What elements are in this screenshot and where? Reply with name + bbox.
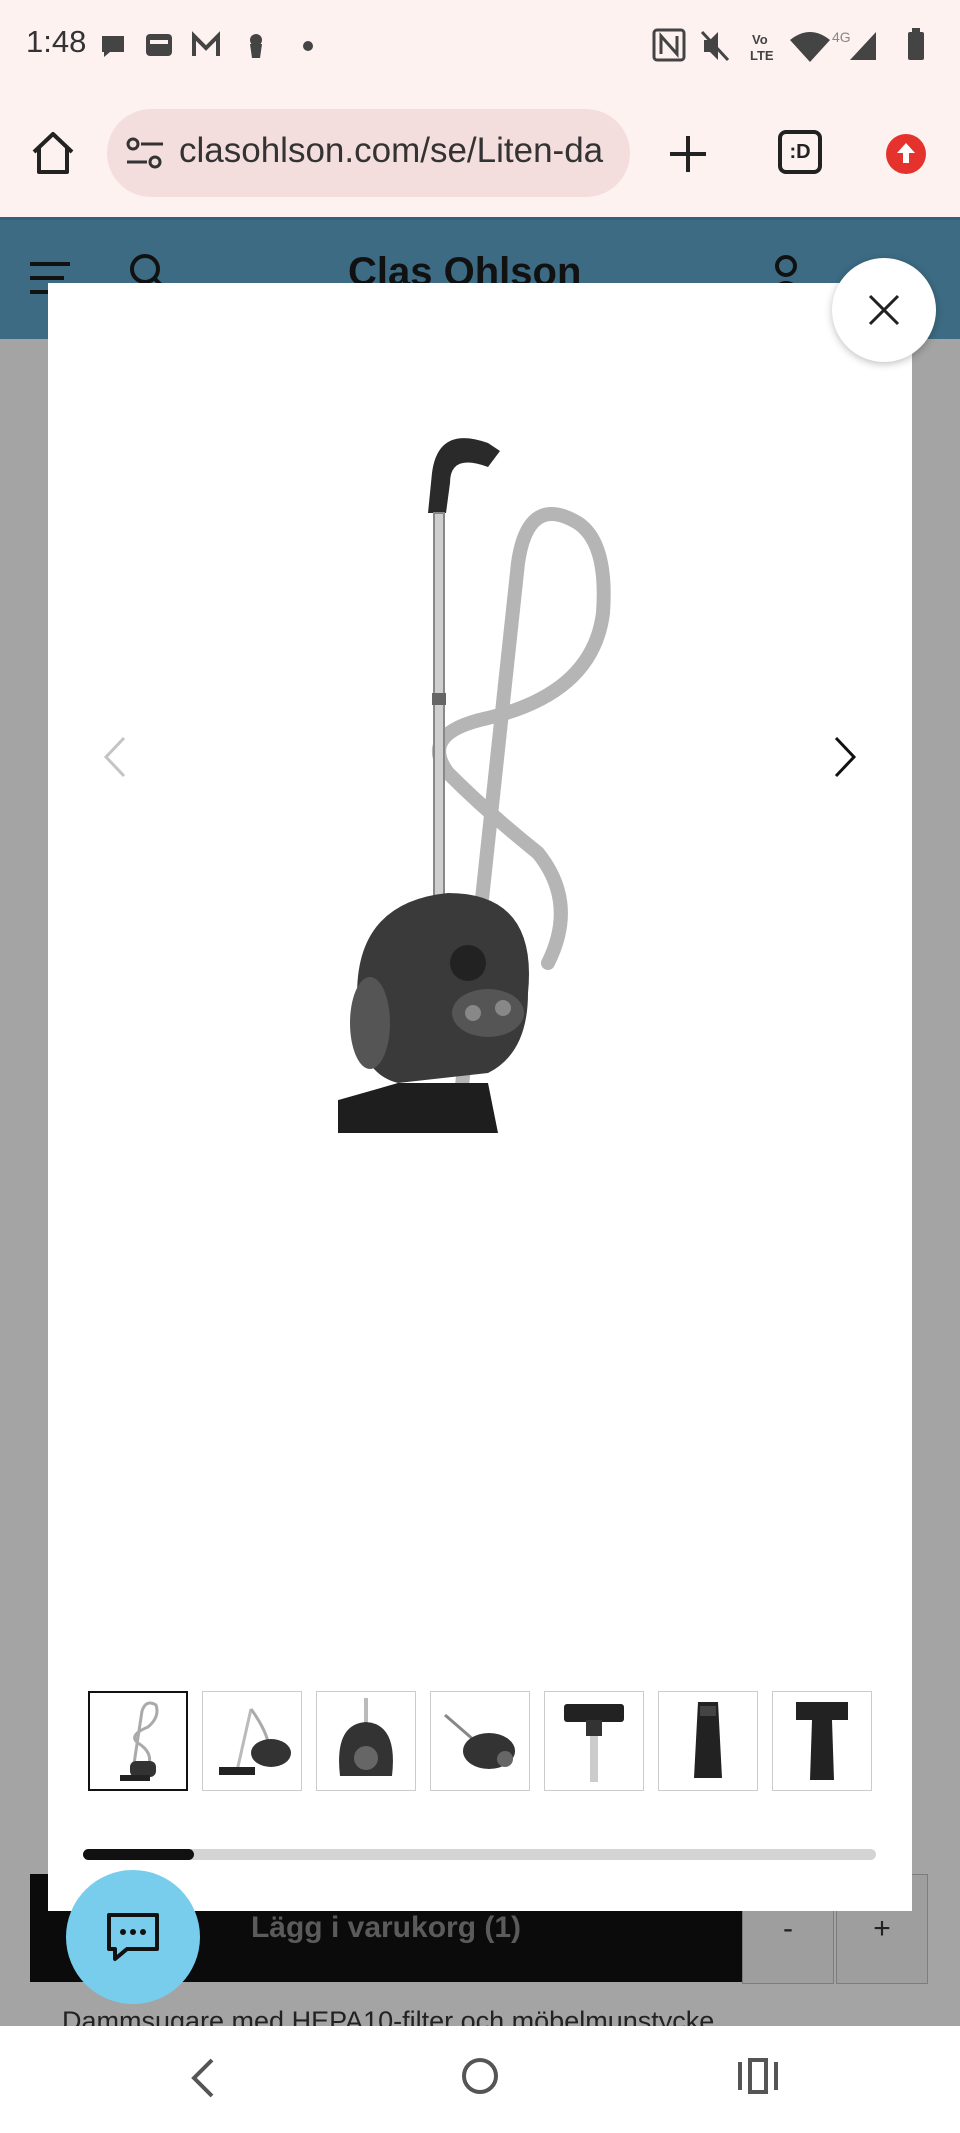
thumbnail-vacuum-lying[interactable] bbox=[430, 1691, 530, 1791]
system-navigation-bar bbox=[0, 2026, 960, 2133]
next-image-button[interactable] bbox=[822, 725, 870, 789]
address-bar[interactable]: clasohlson.com/se/Liten-da bbox=[107, 109, 630, 197]
status-bar: 1:48 Vo LTE 4G bbox=[0, 0, 960, 90]
chevron-left-icon bbox=[103, 736, 126, 778]
thumbnail-vacuum-body-front[interactable] bbox=[316, 1691, 416, 1791]
chat-icon bbox=[107, 1913, 159, 1961]
home-nav-icon[interactable] bbox=[460, 2056, 500, 2096]
close-icon bbox=[868, 294, 900, 326]
close-gallery-button[interactable] bbox=[832, 258, 936, 362]
site-settings-icon[interactable] bbox=[125, 135, 165, 171]
chat-button[interactable] bbox=[66, 1870, 200, 2004]
thumbnail-brush-tool[interactable] bbox=[772, 1691, 872, 1791]
svg-text:LTE: LTE bbox=[750, 48, 774, 63]
new-tab-icon[interactable] bbox=[668, 134, 708, 174]
url-text: clasohlson.com/se/Liten-da bbox=[179, 131, 604, 170]
image-gallery-modal bbox=[48, 283, 912, 1911]
thumbnail-vacuum-upright[interactable] bbox=[88, 1691, 188, 1791]
svg-text:Vo: Vo bbox=[752, 32, 768, 47]
product-image-vacuum bbox=[338, 438, 611, 1133]
thumbnail-floor-nozzle[interactable] bbox=[544, 1691, 644, 1791]
system-status-icons: Vo LTE 4G bbox=[652, 28, 924, 63]
recent-apps-icon[interactable] bbox=[736, 2056, 780, 2096]
gallery-scroll-progress-fill bbox=[83, 1849, 195, 1860]
thumbnail-vacuum-side[interactable] bbox=[202, 1691, 302, 1791]
chevron-right-icon bbox=[834, 736, 857, 778]
thumbnail-strip bbox=[88, 1691, 872, 1791]
tab-switcher-button[interactable]: :D bbox=[778, 130, 822, 174]
status-time: 1:48 bbox=[26, 24, 87, 59]
svg-text:4G: 4G bbox=[832, 29, 851, 45]
thumbnail-crevice-tool[interactable] bbox=[658, 1691, 758, 1791]
update-icon[interactable] bbox=[886, 134, 926, 174]
home-icon[interactable] bbox=[30, 130, 76, 176]
previous-image-button[interactable] bbox=[90, 725, 138, 789]
browser-toolbar: clasohlson.com/se/Liten-da :D bbox=[0, 90, 960, 217]
gallery-scroll-progress bbox=[83, 1849, 876, 1860]
back-icon[interactable] bbox=[188, 2056, 218, 2100]
notification-icons bbox=[102, 31, 313, 58]
